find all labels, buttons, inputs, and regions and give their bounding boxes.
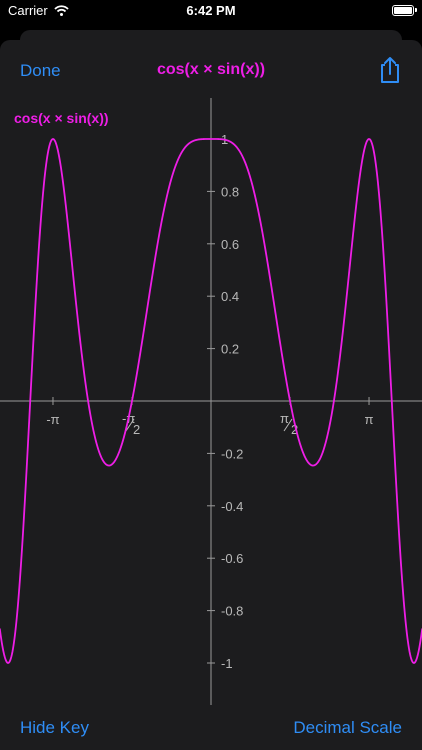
- status-bar: Carrier 6:42 PM: [0, 0, 422, 24]
- status-time: 6:42 PM: [186, 3, 236, 18]
- y-tick-label: -0.6: [221, 551, 243, 566]
- battery-icon: [392, 5, 417, 16]
- y-tick-label: -0.2: [221, 446, 243, 461]
- share-icon[interactable]: [378, 56, 402, 84]
- x-tick-label: -π: [46, 412, 59, 427]
- hide-key-button[interactable]: Hide Key: [20, 718, 89, 738]
- y-tick-label: -0.8: [221, 604, 243, 619]
- x-tick-label-numerator: π: [280, 411, 289, 426]
- graph-key-label: cos(x × sin(x)): [14, 110, 109, 126]
- y-tick-label: 0.4: [221, 289, 239, 304]
- function-graph[interactable]: 10.80.60.40.2-0.2-0.4-0.6-0.8-1-π -π2π2π: [0, 98, 422, 705]
- page-title: cos(x × sin(x)): [156, 61, 266, 78]
- graph-plot-area[interactable]: 1 0.8 0.6 0.4 0.2 -0.2 -0.4 -0.6 -0.8 -1 -π -π 2 π 2 π …: [0, 98, 422, 705]
- bottom-toolbar: Hide Key Decimal Scale: [0, 705, 422, 750]
- y-tick-label: 0.2: [221, 342, 239, 357]
- nav-bar: Done cos(x × sin(x)): [0, 40, 422, 98]
- y-tick-label: 0.6: [221, 237, 239, 252]
- x-tick-label-denominator: 2: [133, 422, 140, 437]
- y-tick-label: -0.4: [221, 499, 243, 514]
- decimal-scale-button[interactable]: Decimal Scale: [293, 718, 402, 738]
- y-tick-label: -1: [221, 656, 233, 671]
- y-tick-label: 0.8: [221, 184, 239, 199]
- x-tick-label: π: [365, 412, 374, 427]
